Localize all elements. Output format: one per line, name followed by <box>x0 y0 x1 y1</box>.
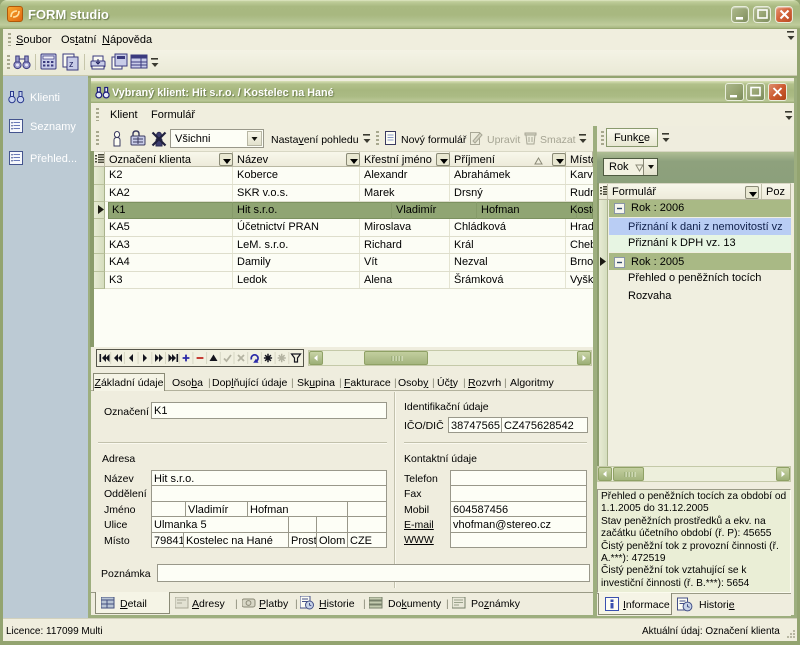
svg-text:z: z <box>69 59 74 69</box>
